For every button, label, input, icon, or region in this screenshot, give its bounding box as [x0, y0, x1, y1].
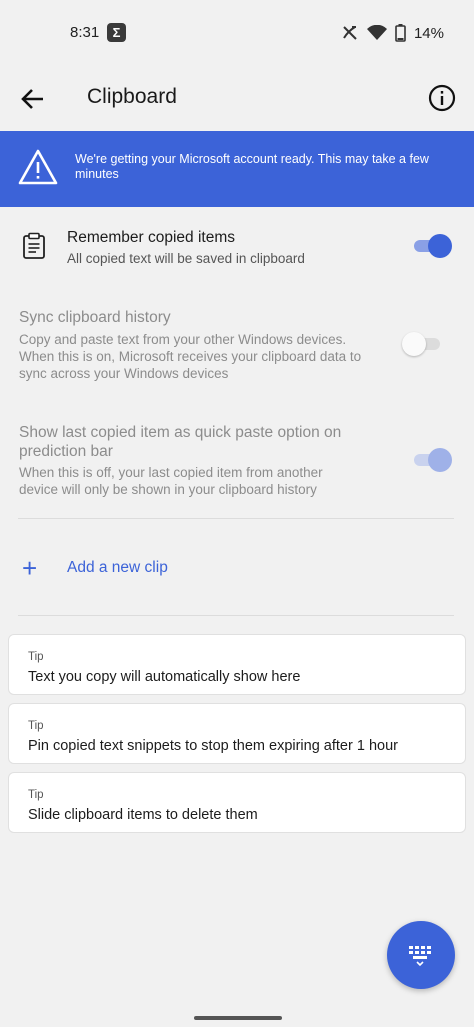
tip-card: Tip Text you copy will automatically sho… — [8, 634, 466, 695]
info-button[interactable] — [428, 84, 456, 112]
setting-title: Remember copied items — [67, 229, 235, 246]
status-icons: 14% — [341, 23, 444, 43]
wifi-icon — [366, 25, 387, 40]
back-button[interactable] — [18, 84, 48, 114]
battery-icon — [395, 24, 406, 42]
tip-text: Pin copied text snippets to stop them ex… — [28, 738, 398, 754]
tip-card: Tip Slide clipboard items to delete them — [8, 772, 466, 833]
setting-description: All copied text will be saved in clipboa… — [67, 251, 305, 266]
clipboard-icon — [23, 232, 45, 259]
tip-label: Tip — [28, 651, 44, 663]
setting-title: Show last copied item as quick paste opt… — [19, 424, 342, 460]
warning-icon — [18, 149, 58, 185]
home-indicator[interactable] — [194, 1016, 282, 1020]
battery-percent: 14% — [413, 24, 444, 42]
setting-description: When this is off, your last copied item … — [19, 465, 323, 497]
info-icon — [428, 84, 456, 112]
divider — [18, 518, 454, 519]
status-time: 8:31 — [70, 24, 100, 41]
tip-text: Text you copy will automatically show he… — [28, 669, 301, 685]
tip-label: Tip — [28, 720, 44, 732]
banner-text: We're getting your Microsoft account rea… — [75, 152, 429, 181]
call-muted-icon — [343, 26, 357, 40]
tip-text: Slide clipboard items to delete them — [28, 807, 258, 823]
status-bar: 8:31 Σ 14% — [0, 0, 474, 66]
setting-title: Sync clipboard history — [19, 309, 171, 326]
tip-card: Tip Pin copied text snippets to stop the… — [8, 703, 466, 764]
add-clip-label: Add a new clip — [67, 559, 168, 576]
add-new-clip-button[interactable]: + Add a new clip — [0, 548, 474, 588]
notification-sigma-icon: Σ — [107, 23, 126, 42]
sync-history-toggle — [402, 331, 442, 357]
tip-label: Tip — [28, 789, 44, 801]
show-keyboard-button[interactable] — [387, 921, 455, 989]
keyboard-icon — [409, 946, 431, 967]
clipboard-settings-screen: 8:31 Σ 14% Clipboard We're getting your … — [0, 0, 474, 1027]
divider — [18, 615, 454, 616]
plus-icon: + — [22, 553, 38, 583]
account-status-banner: We're getting your Microsoft account rea… — [0, 131, 474, 207]
remember-items-toggle[interactable] — [412, 233, 452, 259]
app-bar: Clipboard — [0, 66, 474, 130]
setting-description: Copy and paste text from your other Wind… — [19, 332, 362, 381]
quick-paste-toggle — [412, 447, 452, 473]
page-title: Clipboard — [87, 85, 177, 108]
arrow-back-icon — [21, 89, 43, 109]
